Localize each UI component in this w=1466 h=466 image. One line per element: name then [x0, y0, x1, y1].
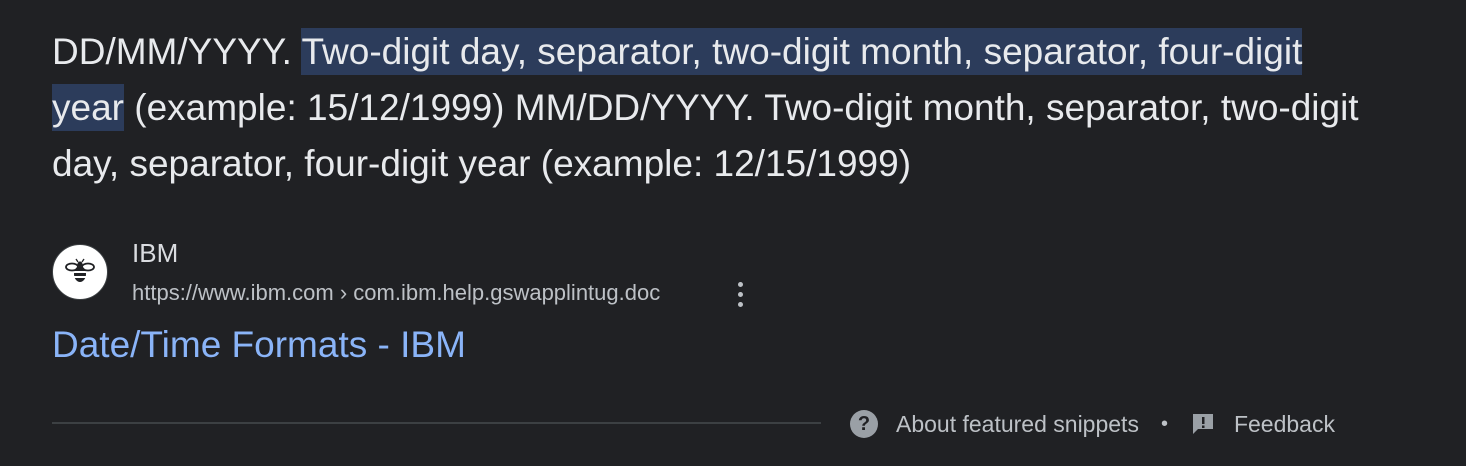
snippet-lead: DD/MM/YYYY. — [52, 31, 302, 72]
snippet-rest: (example: 15/12/1999) MM/DD/YYYY. Two-di… — [52, 87, 1359, 184]
about-featured-snippets-button[interactable]: ? About featured snippets — [850, 410, 1139, 438]
site-url[interactable]: https://www.ibm.com › com.ibm.help.gswap… — [132, 280, 660, 306]
source-info: IBM https://www.ibm.com › com.ibm.help.g… — [52, 236, 812, 308]
feedback-icon — [1190, 411, 1216, 437]
result-title-link[interactable]: Date/Time Formats - IBM — [52, 324, 466, 366]
divider — [52, 422, 821, 424]
more-vert-icon[interactable] — [724, 276, 756, 312]
featured-snippet-text: DD/MM/YYYY. Two-digit day, separator, tw… — [52, 24, 1382, 192]
feedback-button[interactable]: Feedback — [1190, 411, 1335, 438]
footer-separator: • — [1160, 412, 1168, 435]
site-name[interactable]: IBM — [132, 238, 178, 269]
ibm-bee-icon[interactable] — [52, 244, 108, 300]
help-circle-icon: ? — [850, 410, 878, 438]
feedback-label: Feedback — [1233, 410, 1335, 437]
snippet-footer: ? About featured snippets • Feedback — [850, 406, 1335, 442]
about-label: About featured snippets — [896, 410, 1139, 437]
